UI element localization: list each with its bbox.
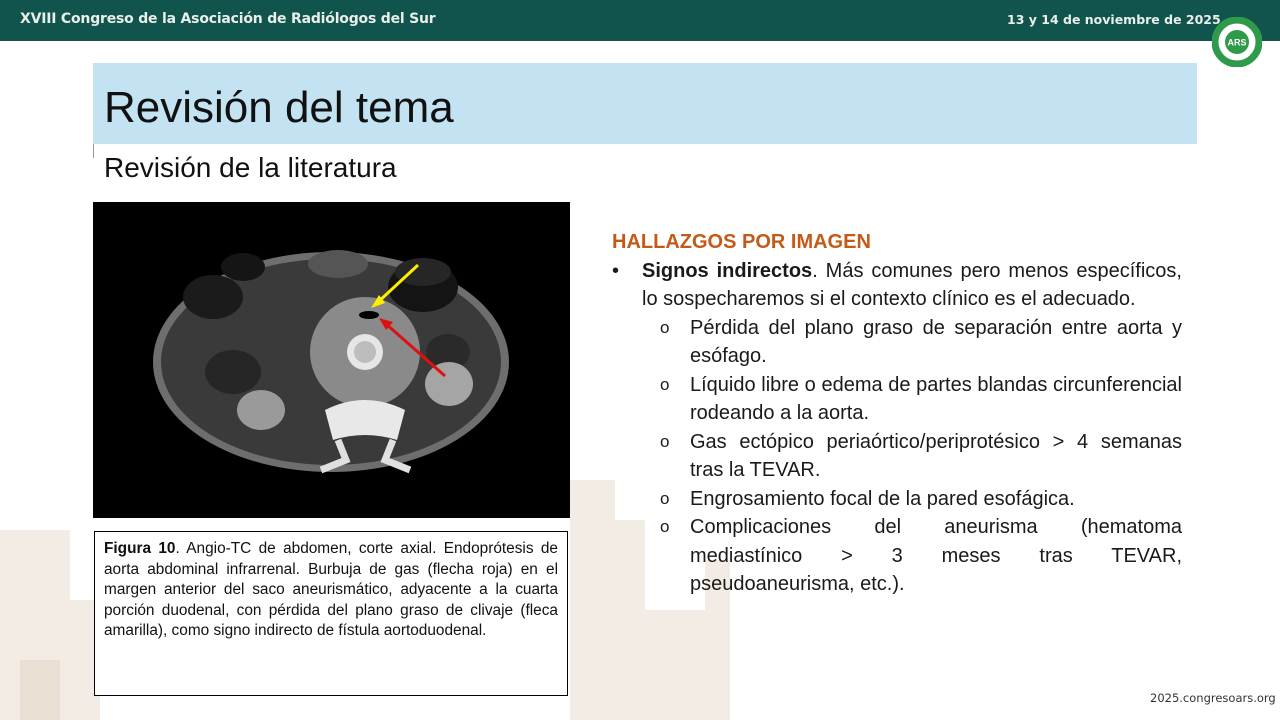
page-subtitle: Revisión de la literatura	[104, 152, 397, 183]
circle-bullet-icon: o	[660, 431, 670, 451]
list-item: o Pérdida del plano graso de separación e…	[612, 314, 1182, 371]
section-heading: HALLAZGOS POR IMAGEN	[612, 231, 871, 253]
list-item: o Complicaciones del aneurisma (hematoma …	[612, 513, 1182, 599]
svg-text:ARS: ARS	[1227, 38, 1246, 48]
sub-list: o Pérdida del plano graso de separación e…	[612, 314, 1182, 599]
list-item-text: Gas ectópico periaórtico/periprotésico >…	[690, 430, 1182, 482]
bullet-bold-label: Signos indirectos	[642, 259, 813, 282]
ars-logo-icon: ARS	[1212, 17, 1262, 67]
header-bar: XVIII Congreso de la Asociación de Radió…	[0, 0, 1280, 41]
list-item-text: Pérdida del plano graso de separación en…	[690, 316, 1182, 368]
circle-bullet-icon: o	[660, 317, 670, 337]
bullet-icon: •	[612, 259, 620, 282]
list-item-text: Engrosamiento focal de la pared esofágic…	[690, 487, 1075, 510]
list-item: o Engrosamiento focal de la pared esofági…	[612, 485, 1182, 514]
title-banner: Revisión del tema	[93, 63, 1197, 144]
circle-bullet-icon: o	[660, 374, 670, 394]
list-item-text: Líquido libre o edema de partes blandas …	[690, 373, 1182, 425]
ct-scan-image	[93, 202, 570, 518]
congress-title: XVIII Congreso de la Asociación de Radió…	[20, 11, 436, 27]
findings-panel: HALLAZGOS POR IMAGEN • Signos indirectos…	[612, 228, 1182, 599]
figure-caption: Figura 10. Angio-TC de abdomen, corte ax…	[94, 531, 568, 696]
congress-dates: 13 y 14 de noviembre de 2025	[1007, 12, 1221, 27]
caption-label: Figura 10	[104, 540, 176, 557]
list-item: o Líquido libre o edema de partes blandas…	[612, 371, 1182, 428]
page-title: Revisión del tema	[104, 83, 454, 132]
list-item: o Gas ectópico periaórtico/periprotésico …	[612, 428, 1182, 485]
footer-url: 2025.congresoars.org	[1150, 691, 1276, 705]
circle-bullet-icon: o	[660, 517, 670, 536]
list-item-text: Complicaciones del aneurisma (hematoma m…	[690, 516, 1182, 595]
divider	[93, 144, 94, 158]
circle-bullet-icon: o	[660, 488, 670, 508]
bullet-indirect-signs: • Signos indirectos. Más comunes pero me…	[612, 257, 1182, 314]
